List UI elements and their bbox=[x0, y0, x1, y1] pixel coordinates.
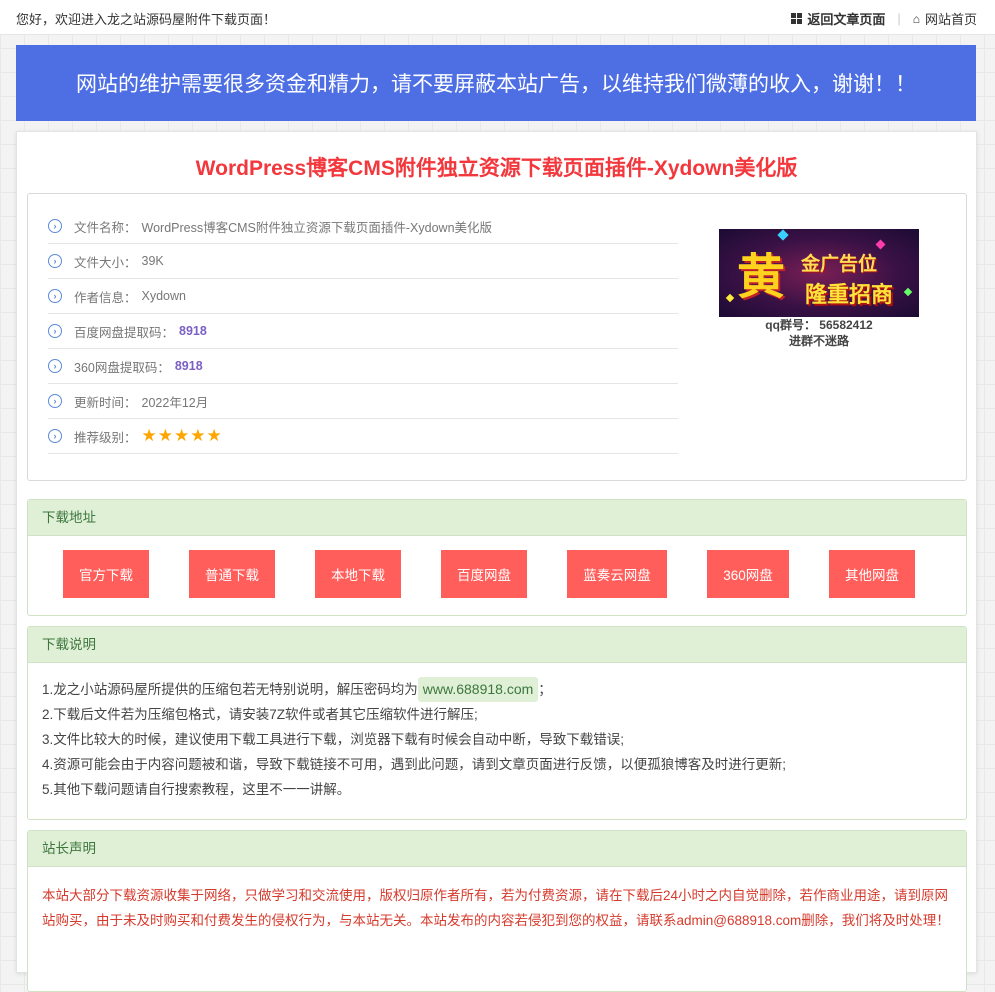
welcome-text: 您好，欢迎进入龙之站源码屋附件下载页面！ bbox=[16, 12, 277, 27]
page-title: WordPress博客CMS附件独立资源下载页面插件-Xydown美化版 bbox=[195, 157, 798, 180]
top-bar: 您好，欢迎进入龙之站源码屋附件下载页面！ 返回文章页面 | ⌂ 网站首页 bbox=[0, 0, 995, 35]
baidu-pan-button[interactable]: 百度网盘 bbox=[441, 550, 527, 598]
qq-group-info: qq群号： 56582412 进群不迷路 bbox=[719, 317, 919, 349]
chevron-right-icon: › bbox=[48, 359, 62, 373]
back-to-article-link[interactable]: 返回文章页面 bbox=[791, 9, 885, 28]
download-instructions-panel: 下载说明 1.龙之小站源码屋所提供的压缩包若无特别说明，解压密码均为 www.68… bbox=[27, 626, 967, 820]
update-time-row: › 更新时间： 2022年12月 bbox=[48, 384, 678, 419]
instruction-line: 1.龙之小站源码屋所提供的压缩包若无特别说明，解压密码均为 www.688918.… bbox=[42, 677, 966, 702]
download-links-header: 下载地址 bbox=[28, 500, 966, 536]
code360-value: 8918 bbox=[174, 359, 203, 373]
support-banner: 网站的维护需要很多资金和精力，请不要屏蔽本站广告，以维持我们微薄的收入，谢谢！！ bbox=[16, 45, 976, 121]
qq-group-note: 进群不迷路 bbox=[788, 334, 849, 348]
file-name-value: WordPress博客CMS附件独立资源下载页面插件-Xydown美化版 bbox=[141, 220, 493, 235]
file-name-row: › 文件名称： WordPress博客CMS附件独立资源下载页面插件-Xydow… bbox=[48, 209, 678, 244]
rating-stars: ★★★★★ bbox=[141, 426, 223, 445]
ad-big-char: 黄 bbox=[737, 249, 786, 305]
baidu-code-row: › 百度网盘提取码： 8918 bbox=[48, 314, 678, 349]
rating-row: › 推荐级别： ★★★★★ bbox=[48, 419, 678, 454]
file-size-label: 文件大小： bbox=[74, 255, 137, 270]
normal-download-button[interactable]: 普通下载 bbox=[189, 550, 275, 598]
file-info-box: › 文件名称： WordPress博客CMS附件独立资源下载页面插件-Xydow… bbox=[27, 193, 967, 481]
local-download-button[interactable]: 本地下载 bbox=[315, 550, 401, 598]
chevron-right-icon: › bbox=[48, 324, 62, 338]
author-value: Xydown bbox=[141, 289, 186, 303]
download-buttons: 官方下载 普通下载 本地下载 百度网盘 蓝奏云网盘 360网盘 其他网盘 bbox=[28, 550, 966, 600]
chevron-right-icon: › bbox=[48, 254, 62, 268]
grid-icon bbox=[791, 13, 803, 24]
file-size-value: 39K bbox=[141, 254, 164, 268]
lanzou-pan-button[interactable]: 蓝奏云网盘 bbox=[567, 550, 667, 598]
update-time-label: 更新时间： bbox=[74, 395, 137, 410]
instructions-header: 下载说明 bbox=[28, 627, 966, 663]
sparkle-icon bbox=[903, 287, 913, 297]
back-link-label: 返回文章页面 bbox=[807, 12, 886, 27]
home-link-label: 网站首页 bbox=[924, 12, 977, 27]
unzip-password: www.688918.com bbox=[417, 677, 539, 702]
author-row: › 作者信息： Xydown bbox=[48, 279, 678, 314]
instruction-line: 4.资源可能会由于内容问题被和谐，导致下载链接不可用，遇到此问题，请到文章页面进… bbox=[42, 757, 787, 772]
qq-group-number: qq群号： 56582412 bbox=[765, 318, 873, 332]
nav-divider: | bbox=[897, 11, 901, 26]
home-link[interactable]: ⌂ 网站首页 bbox=[913, 9, 977, 28]
instruction-line: 2.下载后文件若为压缩包格式，请安装7Z软件或者其它压缩软件进行解压; bbox=[42, 707, 478, 722]
file-size-row: › 文件大小： 39K bbox=[48, 244, 678, 279]
top-nav: 返回文章页面 | ⌂ 网站首页 bbox=[791, 9, 977, 28]
pan360-button[interactable]: 360网盘 bbox=[707, 550, 789, 598]
webmaster-statement-panel: 站长声明 本站大部分下载资源收集于网络，只做学习和交流使用，版权归原作者所有，若… bbox=[27, 830, 967, 992]
home-icon: ⌂ bbox=[912, 11, 920, 26]
update-time-value: 2022年12月 bbox=[141, 395, 209, 410]
chevron-right-icon: › bbox=[48, 429, 62, 443]
rating-label: 推荐级别： bbox=[74, 430, 137, 445]
instruction-line1-suffix: ； bbox=[538, 682, 552, 697]
instructions-list: 1.龙之小站源码屋所提供的压缩包若无特别说明，解压密码均为 www.688918.… bbox=[28, 663, 966, 802]
instruction-line: 3.文件比较大的时候，建议使用下载工具进行下载，浏览器下载有时候会自动中断，导致… bbox=[42, 732, 625, 747]
chevron-right-icon: › bbox=[48, 289, 62, 303]
ad-line2: 隆重招商 bbox=[805, 282, 894, 307]
code360-label: 360网盘提取码： bbox=[74, 360, 170, 375]
chevron-right-icon: › bbox=[48, 394, 62, 408]
author-label: 作者信息： bbox=[74, 290, 137, 305]
official-download-button[interactable]: 官方下载 bbox=[63, 550, 149, 598]
sparkle-icon bbox=[725, 293, 735, 303]
banner-text: 网站的维护需要很多资金和精力，请不要屏蔽本站广告，以维持我们微薄的收入，谢谢！！ bbox=[76, 73, 916, 96]
download-links-panel: 下载地址 官方下载 普通下载 本地下载 百度网盘 蓝奏云网盘 360网盘 其他网… bbox=[27, 499, 967, 616]
baidu-code-value: 8918 bbox=[179, 324, 207, 338]
ad-line1: 金广告位 bbox=[801, 254, 878, 275]
chevron-right-icon: › bbox=[48, 219, 62, 233]
statement-header: 站长声明 bbox=[28, 831, 966, 867]
code360-row: › 360网盘提取码： 8918 bbox=[48, 349, 678, 384]
baidu-code-label: 百度网盘提取码： bbox=[74, 325, 175, 340]
statement-text: 本站大部分下载资源收集于网络，只做学习和交流使用，版权归原作者所有，若为付费资源… bbox=[42, 888, 950, 928]
download-card: WordPress博客CMS附件独立资源下载页面插件-Xydown美化版 › 文… bbox=[16, 131, 977, 992]
sparkle-icon bbox=[875, 239, 886, 250]
ad-image[interactable]: 黄 金广告位 隆重招商 bbox=[719, 229, 919, 317]
instruction-line1-text: 1.龙之小站源码屋所提供的压缩包若无特别说明，解压密码均为 bbox=[42, 682, 418, 697]
file-name-label: 文件名称： bbox=[74, 220, 137, 235]
other-pan-button[interactable]: 其他网盘 bbox=[829, 550, 915, 598]
instruction-line: 5.其他下载问题请自行搜索教程，这里不一一讲解。 bbox=[42, 782, 351, 797]
